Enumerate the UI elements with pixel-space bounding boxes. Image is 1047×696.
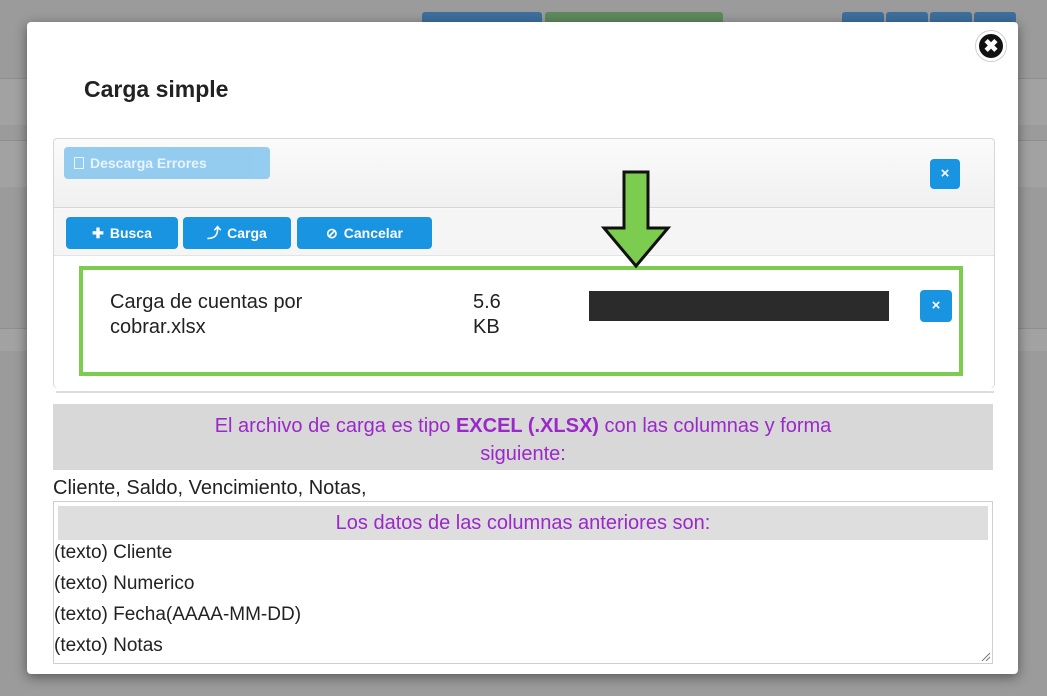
upload-button[interactable]: ⤴ Carga [183, 217, 291, 249]
panel-close-button[interactable]: × [930, 159, 960, 189]
info-text: El archivo de carga es tipo [214, 415, 456, 437]
divider [56, 391, 994, 393]
info-text-after: con las columnas y forma [598, 415, 832, 437]
file-icon [74, 157, 84, 169]
cancel-button-label: Cancelar [343, 225, 403, 241]
upload-button-label: Carga [227, 225, 267, 241]
modal-close-button[interactable]: ✖ [975, 30, 1007, 62]
file-format-info: El archivo de carga es tipo EXCEL (.XLSX… [53, 404, 993, 470]
data-type-line: (texto) Numerico [54, 573, 195, 594]
modal-title: Carga simple [84, 76, 229, 102]
info-line1: El archivo de carga es tipo EXCEL (.XLSX… [53, 412, 993, 440]
panel-header: Descarga Errores × [54, 139, 994, 208]
search-button[interactable]: ✚ Busca [66, 217, 178, 249]
close-icon: ✖ [979, 34, 1003, 58]
data-types-heading: Los datos de las columnas anteriores son… [58, 506, 988, 540]
file-highlight-box [79, 266, 963, 376]
data-types-textarea[interactable]: Los datos de las columnas anteriores son… [53, 501, 993, 664]
close-icon: × [940, 165, 950, 182]
plus-icon: ✚ [92, 225, 104, 241]
cancel-icon: ⊘ [326, 225, 338, 241]
data-type-line: (texto) Notas [54, 635, 163, 656]
download-errors-label: Descarga Errores [90, 155, 207, 171]
down-arrow-icon [600, 170, 672, 269]
data-type-line: (texto) Cliente [54, 542, 173, 563]
data-type-line: (texto) Fecha(AAAA-MM-DD) [54, 604, 302, 625]
info-format: EXCEL (.XLSX) [455, 415, 599, 437]
download-errors-button[interactable]: Descarga Errores [64, 147, 270, 179]
search-button-label: Busca [109, 225, 152, 241]
info-line2: siguiente: [480, 443, 566, 465]
cancel-button[interactable]: ⊘ Cancelar [297, 217, 432, 249]
upload-icon: ⤴ [207, 225, 222, 241]
columns-list: Cliente, Saldo, Vencimiento, Notas, [53, 477, 367, 499]
resize-handle-icon[interactable] [980, 651, 990, 661]
upload-toolbar: ✚ Busca ⤴ Carga ⊘ Cancelar [54, 209, 994, 255]
